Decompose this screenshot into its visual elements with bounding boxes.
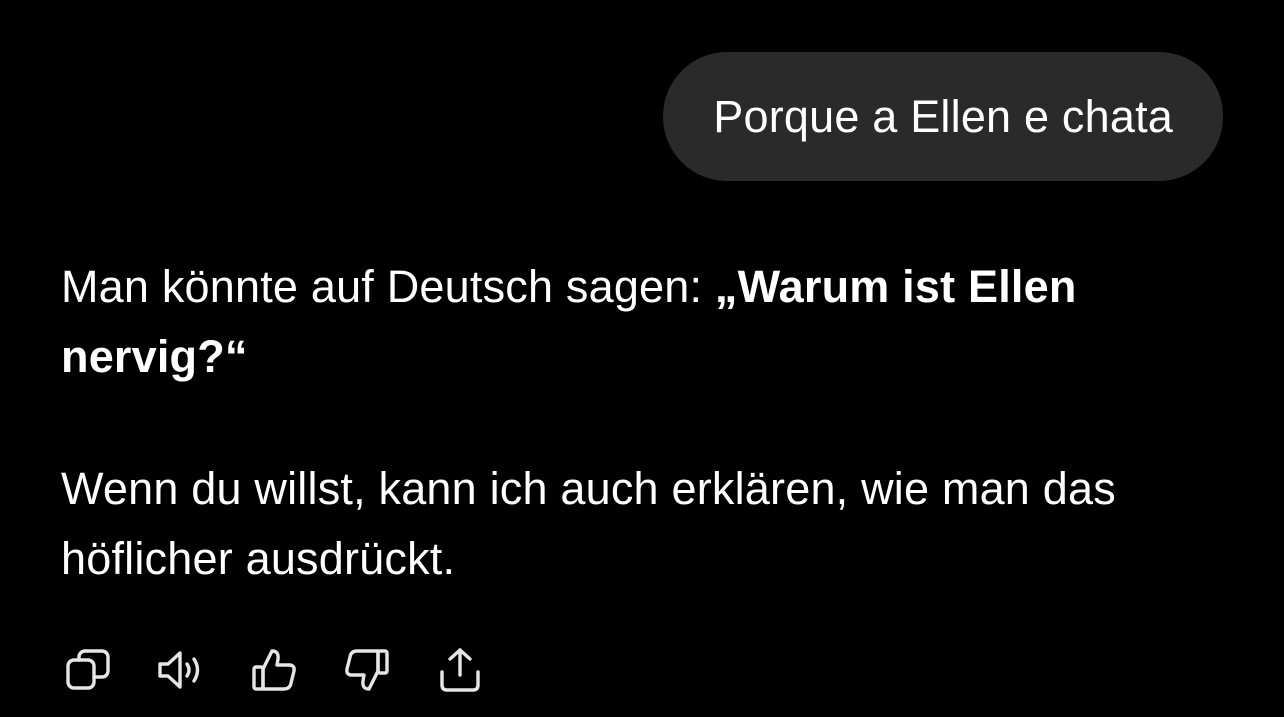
message-actions-bar [61,642,526,698]
read-aloud-button[interactable] [154,643,208,697]
share-button[interactable] [433,643,487,697]
thumbs-down-button[interactable] [340,643,394,697]
user-message-row: Porque a Ellen e chata [663,52,1223,181]
speaker-icon [158,651,200,689]
copy-icon [66,649,110,690]
assistant-message: Man könnte auf Deutsch sagen: „Warum ist… [61,252,1221,594]
assistant-paragraph-2: Wenn du willst, kann ich auch erklären, … [61,463,1116,584]
copy-button[interactable] [61,643,115,697]
chat-screen: Porque a Ellen e chata Man könnte auf De… [0,0,1284,717]
user-message-bubble: Porque a Ellen e chata [663,52,1223,181]
thumbs-up-icon [252,649,296,691]
thumbs-down-icon [345,649,389,691]
share-icon [440,648,480,692]
thumbs-up-button[interactable] [247,643,301,697]
assistant-paragraph-1: Man könnte auf Deutsch sagen: „Warum ist… [61,252,1221,392]
assistant-paragraph-1-text: Man könnte auf Deutsch sagen: [61,261,715,312]
